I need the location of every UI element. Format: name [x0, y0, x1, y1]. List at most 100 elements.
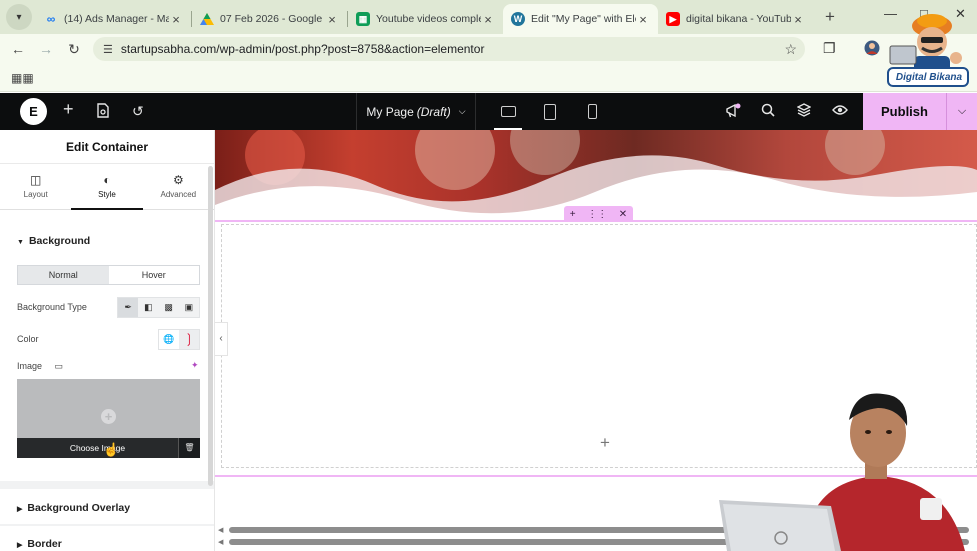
classic-brush-icon[interactable]: ✒	[118, 298, 139, 317]
channel-logo-text: Digital Bikana	[895, 72, 963, 83]
publish-button[interactable]: Publish	[863, 93, 946, 130]
tab-style[interactable]: ◐ Style	[71, 164, 143, 210]
section-label: Border	[27, 538, 62, 550]
tab-label: Advanced	[160, 190, 197, 199]
close-icon[interactable]: ×	[791, 12, 805, 27]
gradient-icon[interactable]: ◧	[138, 298, 158, 317]
google-drive-icon	[200, 12, 214, 26]
url-text: startupsabha.com/wp-admin/post.php?post=…	[120, 42, 485, 56]
search-icon[interactable]	[761, 103, 775, 120]
scroll-left-icon[interactable]: ◀	[218, 526, 223, 534]
normal-tab[interactable]: Normal	[18, 266, 109, 284]
scroll-left-icon[interactable]: ◀	[218, 538, 223, 546]
ai-sparkle-icon[interactable]: ✦	[191, 360, 199, 371]
panel-scrollbar[interactable]	[208, 166, 213, 486]
google-sheets-icon: ▦	[356, 12, 370, 26]
background-state-toggle: Normal Hover	[17, 265, 200, 285]
background-section-header[interactable]: ▼ Background	[17, 235, 90, 247]
drag-handle-icon[interactable]: ⋮⋮	[587, 209, 607, 220]
close-icon[interactable]: ×	[481, 12, 495, 27]
delete-container-icon[interactable]: ✕	[619, 209, 627, 220]
profile-avatar-icon[interactable]	[864, 40, 880, 59]
add-image-icon[interactable]: +	[101, 409, 116, 424]
caret-down-icon: ▼	[17, 239, 24, 246]
history-icon[interactable]: ↺	[132, 103, 144, 120]
background-type-control: ✒ ◧ ▩ ▣	[117, 297, 200, 318]
channel-logo: Digital Bikana	[884, 8, 972, 88]
tab-youtube[interactable]: ▶ digital bikana - YouTube ×	[658, 4, 813, 34]
section-divider	[0, 481, 214, 489]
color-control: 🌐 ❳	[158, 329, 200, 350]
tab-advanced[interactable]: ⚙ Advanced	[143, 164, 214, 209]
chevron-down-icon: ⌵	[458, 106, 466, 116]
page-settings-icon[interactable]	[96, 103, 110, 121]
page-title: My Page	[366, 104, 414, 119]
close-icon[interactable]: ×	[169, 12, 183, 27]
back-icon[interactable]: ←	[4, 41, 32, 57]
site-settings-icon[interactable]: ☰	[103, 43, 113, 56]
extensions-icon[interactable]: ❐	[823, 40, 836, 57]
slideshow-icon[interactable]: ▣	[179, 298, 199, 317]
wordpress-icon: W	[511, 12, 525, 26]
mobile-view-icon[interactable]	[572, 93, 612, 130]
tab-layout[interactable]: ◫ Layout	[0, 164, 71, 209]
add-element-plus-icon[interactable]: +	[600, 433, 610, 453]
reload-icon[interactable]: ↻	[60, 41, 88, 58]
tablet-view-icon[interactable]	[530, 93, 570, 130]
close-icon[interactable]: ×	[636, 12, 650, 27]
color-swatch[interactable]: ❳	[179, 330, 199, 349]
tab-elementor-editor[interactable]: W Edit "My Page" with Elem ×	[503, 4, 658, 34]
section-label: Background	[28, 235, 91, 247]
new-tab-button[interactable]: +	[817, 4, 843, 30]
tab-label: Youtube videos complete	[376, 13, 481, 25]
choose-image-button[interactable]: Choose Image	[17, 438, 178, 458]
notifications-icon[interactable]	[725, 103, 742, 122]
presenter-webcam-overlay	[715, 388, 977, 551]
tab-search-icon[interactable]: ▾	[6, 4, 32, 30]
page-title-dropdown[interactable]: My Page (Draft) ⌵	[356, 93, 476, 130]
responsive-desktop-icon[interactable]: ▭	[55, 361, 64, 371]
panel-title: Edit Container	[0, 130, 214, 164]
tab-youtube-sheet[interactable]: ▦ Youtube videos complete ×	[348, 4, 503, 34]
gear-icon: ⚙	[172, 173, 184, 187]
style-icon: ◐	[103, 173, 111, 187]
desktop-view-icon[interactable]	[488, 93, 528, 130]
background-overlay-section-header[interactable]: ▶ Background Overlay	[17, 502, 130, 514]
section-label: Background Overlay	[27, 502, 131, 514]
mouse-cursor-icon: ☝	[103, 442, 120, 457]
video-icon[interactable]: ▩	[159, 298, 179, 317]
forward-icon[interactable]: →	[32, 41, 60, 57]
elementor-top-bar: E + ↺ My Page (Draft) ⌵ Publish ⌵	[0, 93, 977, 130]
address-bar[interactable]: ☰ startupsabha.com/wp-admin/post.php?pos…	[93, 37, 805, 61]
container-handle[interactable]: + ⋮⋮ ✕	[564, 206, 633, 222]
youtube-icon: ▶	[666, 12, 680, 26]
collapse-panel-icon[interactable]: ‹	[215, 322, 228, 356]
caret-right-icon: ▶	[17, 542, 23, 549]
trash-icon[interactable]: 🗑	[178, 438, 200, 458]
panel-tabs: ◫ Layout ◐ Style ⚙ Advanced	[0, 164, 214, 210]
image-label-text: Image	[17, 361, 43, 371]
hover-tab[interactable]: Hover	[109, 266, 200, 284]
tab-label: digital bikana - YouTube	[686, 13, 791, 25]
add-container-icon[interactable]: +	[570, 209, 576, 220]
bookmarks-bar: ▦▦	[0, 64, 977, 92]
caret-right-icon: ▶	[17, 506, 23, 513]
tab-label: (14) Ads Manager - Manag	[64, 13, 169, 25]
publish-options-chevron-icon[interactable]: ⌵	[946, 93, 977, 130]
tab-label: Edit "My Page" with Elem	[531, 13, 636, 25]
elementor-logo-icon[interactable]: E	[20, 98, 47, 125]
section-divider	[0, 524, 214, 526]
tab-google-drive[interactable]: 07 Feb 2026 - Google Drive ×	[192, 4, 347, 34]
apps-grid-icon[interactable]: ▦▦	[11, 71, 34, 85]
background-type-label: Background Type	[17, 302, 87, 312]
bookmark-star-icon[interactable]: ☆	[784, 41, 797, 58]
tab-label: Layout	[23, 190, 48, 199]
preview-eye-icon[interactable]	[832, 103, 848, 119]
close-icon[interactable]: ×	[325, 12, 339, 27]
color-label: Color	[17, 334, 39, 344]
global-colors-icon[interactable]: 🌐	[159, 330, 179, 349]
tab-ads-manager[interactable]: ∞ (14) Ads Manager - Manag ×	[36, 4, 191, 34]
border-section-header[interactable]: ▶ Border	[17, 538, 62, 550]
structure-layers-icon[interactable]	[796, 103, 812, 120]
add-element-icon[interactable]: +	[63, 99, 74, 120]
